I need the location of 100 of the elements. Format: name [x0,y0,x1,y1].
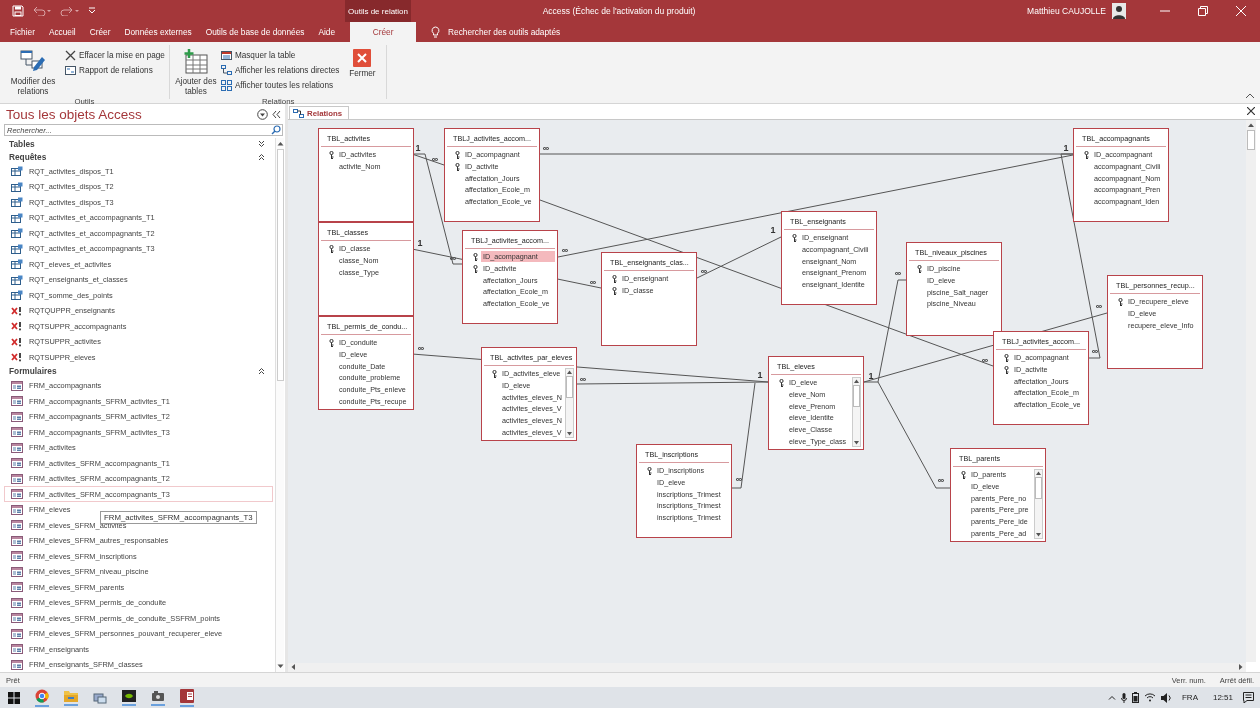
scroll-down-icon[interactable] [276,664,284,669]
relationship-line[interactable] [411,153,445,166]
chevron-icon [258,153,265,162]
relationship-line[interactable] [557,154,1074,258]
microphone-icon[interactable] [1120,692,1127,703]
app-icon[interactable] [122,689,136,706]
clear-icon [65,49,76,61]
search-icon[interactable] [271,125,281,135]
ribbon-button[interactable]: Rapport de relations [65,64,165,76]
scroll-thumb[interactable] [853,385,860,407]
query-icon [11,181,23,192]
scrollbar[interactable] [1034,469,1043,539]
restore-icon[interactable] [1198,6,1208,16]
clock[interactable]: 12:51 [1212,693,1233,702]
ribbon-tab[interactable]: Créer [350,22,417,42]
scroll-thumb[interactable] [1035,477,1042,499]
scroll-right-icon[interactable] [1239,664,1243,670]
caret-icon[interactable] [1107,695,1116,700]
scroll-down-icon[interactable] [567,432,572,436]
cardinality-label: ∞ [1095,301,1103,311]
scrollbar[interactable] [565,368,574,438]
cardinality-label: ∞ [589,277,597,287]
scroll-up-icon[interactable] [276,141,284,146]
app-icon[interactable] [151,689,165,706]
customize-icon[interactable] [88,7,96,15]
database-app-icon[interactable] [180,688,194,707]
key-icon [329,245,334,253]
collapse-pane-icon[interactable] [272,109,281,119]
scroll-thumb[interactable] [1247,130,1255,150]
scroll-up-icon[interactable] [1036,471,1041,475]
relationship-line[interactable] [411,153,463,265]
form-icon [11,520,23,531]
ribbon-tab[interactable]: Outils de base de données [198,22,312,42]
user-name[interactable]: Matthieu CAUJOLLE [1027,6,1106,16]
ribbon-button[interactable]: Masquer la table [220,49,340,61]
relationship-line[interactable] [576,381,769,385]
scroll-up-icon[interactable] [1248,123,1254,127]
ribbon-button[interactable]: Modifier des relations [4,48,62,97]
ribbon-tab[interactable]: Fichier [3,22,42,42]
ribbon-button[interactable]: Afficher les relations directes [220,64,340,76]
language-indicator[interactable]: FRA [1181,693,1198,702]
tell-me-search[interactable]: Rechercher des outils adaptés [448,27,561,37]
folder-icon[interactable] [64,689,78,706]
cardinality-label: 1 [757,370,763,380]
ribbon-tab[interactable]: Accueil [41,22,83,42]
scroll-up-icon[interactable] [854,379,859,383]
form-icon [11,582,23,593]
ribbon-button[interactable]: Fermer [342,48,383,97]
section-header[interactable]: Tables [4,138,275,151]
ribbon-button[interactable]: Ajouter des tables [173,48,218,97]
undo-icon[interactable] [32,6,52,16]
dropdown-icon[interactable] [257,108,268,120]
ribbon-tab[interactable]: Aide [311,22,343,42]
nav-title: Tous les objets Access [6,106,143,122]
form-icon [11,504,23,515]
avatar-icon[interactable] [1112,3,1126,19]
direct-relations-icon [220,64,232,76]
collapse-ribbon-icon[interactable] [1245,93,1255,99]
key-icon [455,162,460,171]
scroll-down-icon[interactable] [854,441,859,445]
speaker-icon[interactable] [1160,692,1172,703]
scroll-up-icon[interactable] [567,370,572,374]
scroll-left-icon[interactable] [291,664,295,670]
form-icon [11,597,23,608]
scrollbar[interactable] [275,138,284,672]
scroll-thumb[interactable] [566,376,573,398]
relationship-line[interactable] [863,279,907,383]
browser-icon[interactable] [35,688,49,707]
save-icon[interactable] [12,5,24,17]
key-icon [455,151,460,159]
section-header[interactable]: Requêtes [4,150,275,164]
scrollbar[interactable] [852,377,861,447]
ribbon-tab[interactable]: Créer [82,22,118,42]
close-icon[interactable] [1247,107,1255,115]
key-icon [1118,298,1123,306]
notification-icon[interactable] [1243,692,1254,703]
wifi-icon[interactable] [1143,693,1156,702]
relationship-line[interactable] [696,236,782,279]
windows-icon[interactable] [8,691,20,704]
scroll-thumb[interactable] [276,149,284,381]
redo-icon[interactable] [60,6,80,16]
relationship-line[interactable] [731,382,756,489]
scroll-down-icon[interactable] [1036,533,1041,537]
key-icon [1004,354,1009,362]
scrollbar[interactable] [1246,120,1256,662]
all-relations-icon [220,79,232,91]
ribbon-button[interactable]: Effacer la mise en page [65,49,165,61]
key-icon [612,275,617,283]
battery-icon[interactable] [1131,692,1139,703]
cardinality-label: ∞ [417,343,425,353]
lightbulb-icon[interactable] [431,26,441,38]
scrollbar[interactable] [288,662,1246,672]
form-icon [11,396,23,407]
ribbon-button[interactable]: Afficher toutes les relations [220,79,340,91]
ribbon-tab[interactable]: Données externes [117,22,199,42]
section-header[interactable]: Formulaires [4,365,275,378]
query-icon [11,274,23,285]
form-icon [11,644,23,655]
window-title: Access (Échec de l'activation du produit) [542,6,696,16]
cardinality-label: 1 [868,371,874,381]
